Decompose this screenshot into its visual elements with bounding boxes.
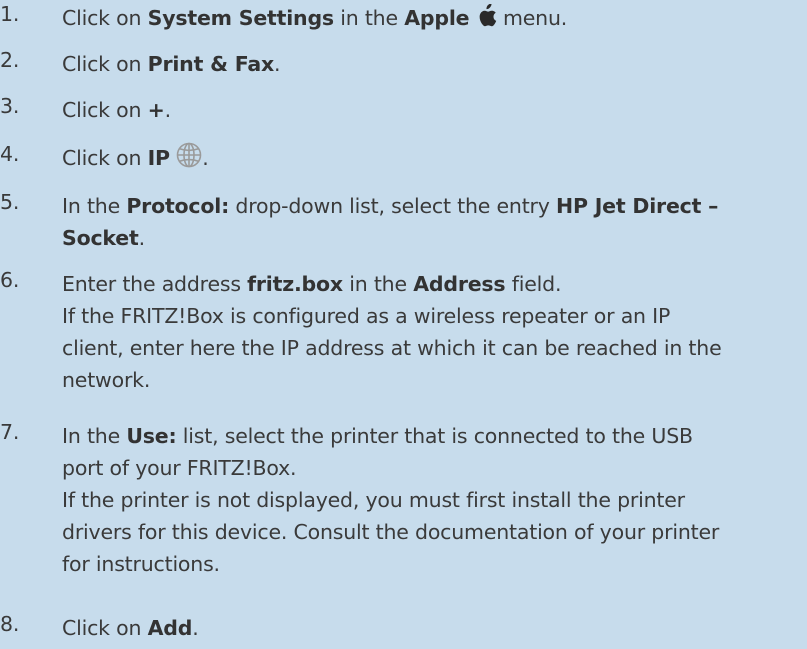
step-text: Click on System Settings in the Apple me…	[62, 2, 807, 34]
step-number: 1.	[0, 2, 20, 26]
step-text-cont: port of your FRITZ!Box.	[62, 456, 297, 480]
socket-label: Socket	[62, 226, 139, 250]
step-number: 6.	[0, 268, 20, 292]
step-text: Click on +.	[62, 98, 171, 122]
step-note: If the FRITZ!Box is configured as a wire…	[62, 304, 671, 328]
step-number: 3.	[0, 94, 20, 118]
step-note: network.	[62, 368, 151, 392]
hp-jet-direct-label: HP Jet Direct –	[556, 194, 719, 218]
add-label: Add	[147, 616, 193, 640]
apple-label: Apple	[404, 6, 470, 30]
step-text: Click on IP .	[62, 142, 807, 174]
instruction-list: 1. Click on System Settings in the Apple…	[0, 0, 807, 649]
step-text: Click on Print & Fax.	[62, 52, 281, 76]
step-text-cont: Socket.	[62, 226, 145, 250]
step-text: Enter the address fritz.box in the Addre…	[62, 272, 562, 296]
address-label: Address	[413, 272, 506, 296]
globe-network-icon	[176, 142, 202, 177]
step-text: Click on Add.	[62, 616, 199, 640]
step-text: In the Use: list, select the printer tha…	[62, 424, 693, 448]
apple-logo-icon	[476, 3, 497, 37]
step-number: 5.	[0, 190, 20, 214]
protocol-label: Protocol:	[126, 194, 230, 218]
step-number: 7.	[0, 420, 20, 444]
step-text: In the Protocol: drop-down list, select …	[62, 194, 719, 218]
use-label: Use:	[126, 424, 177, 448]
step-note: drivers for this device. Consult the doc…	[62, 520, 720, 544]
step-number: 2.	[0, 48, 20, 72]
fritz-box-address: fritz.box	[247, 272, 343, 296]
step-note: If the printer is not displayed, you mus…	[62, 488, 685, 512]
step-number: 4.	[0, 142, 20, 166]
step-number: 8.	[0, 612, 20, 636]
ip-label: IP	[147, 146, 170, 170]
step-note: client, enter here the IP address at whi…	[62, 336, 722, 360]
plus-label: +	[147, 98, 165, 122]
step-note: for instructions.	[62, 552, 220, 576]
system-settings-label: System Settings	[147, 6, 334, 30]
print-fax-label: Print & Fax	[147, 52, 275, 76]
